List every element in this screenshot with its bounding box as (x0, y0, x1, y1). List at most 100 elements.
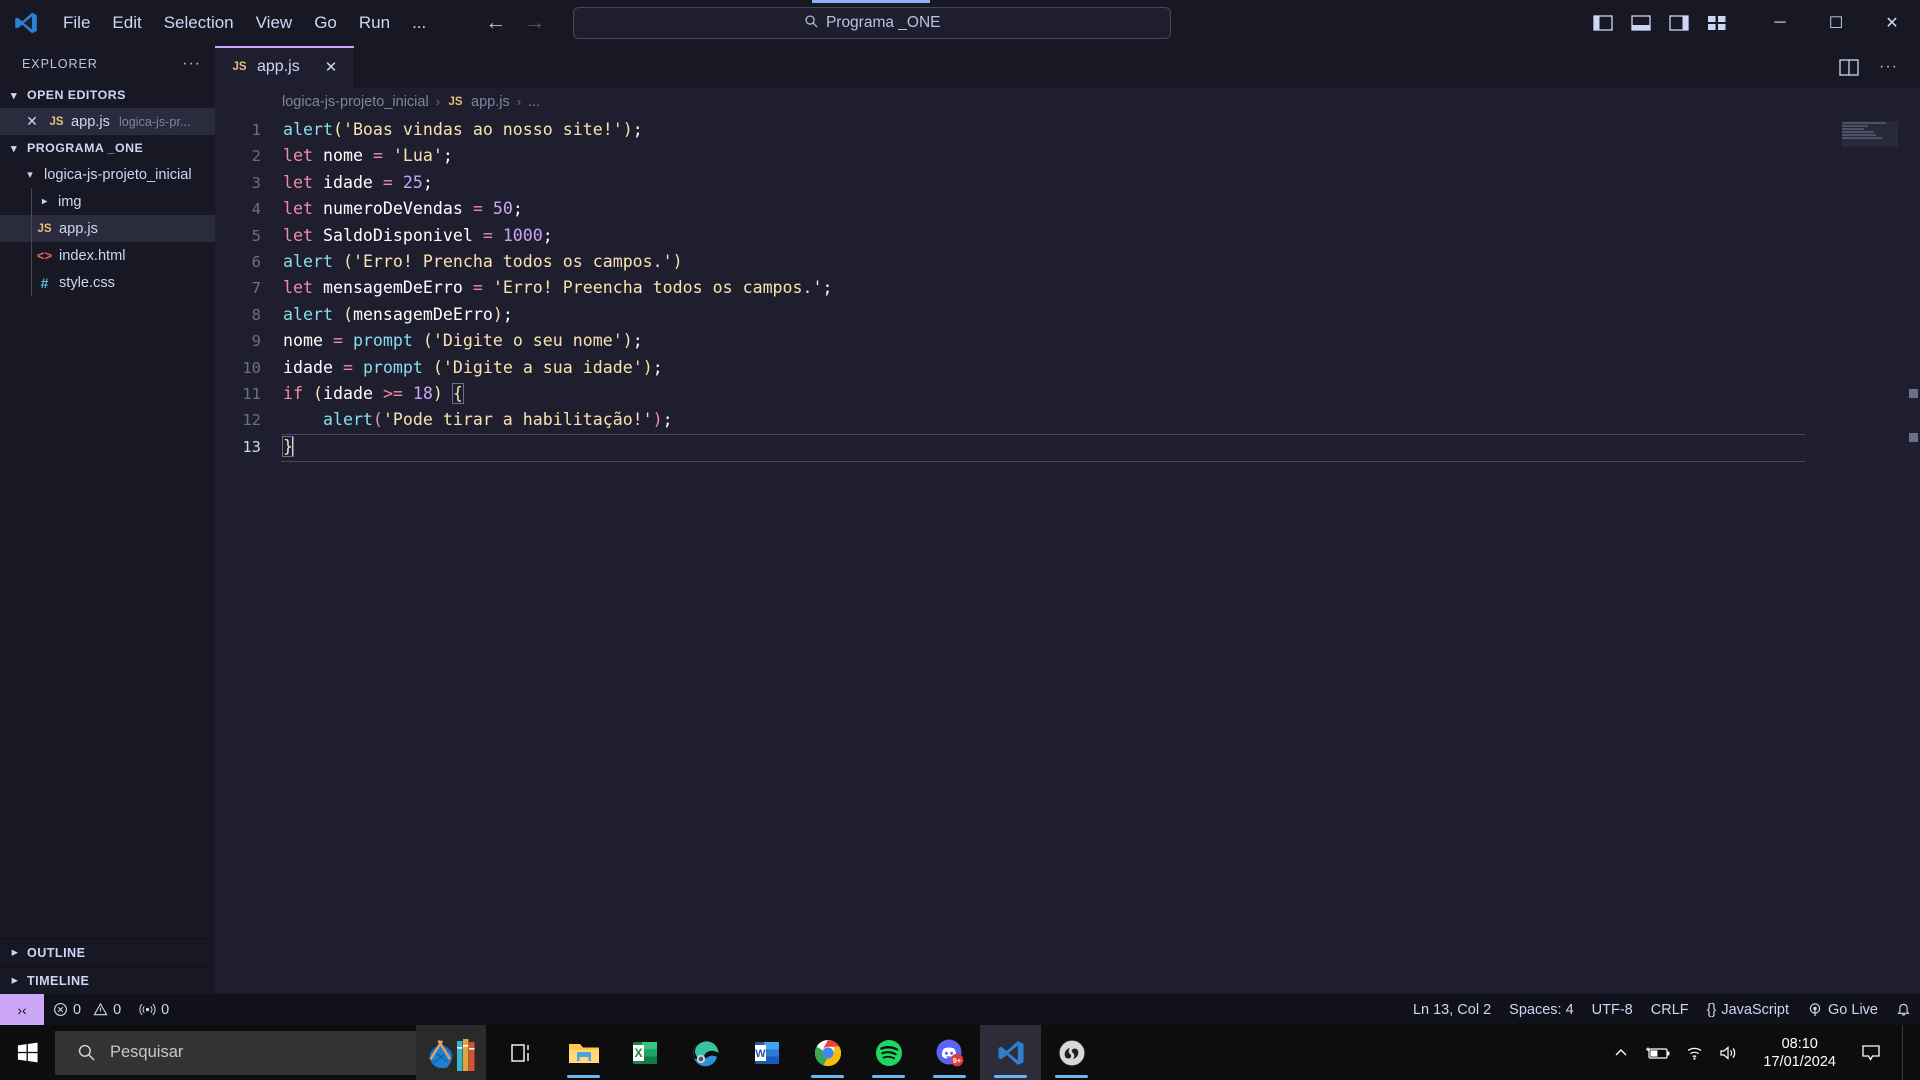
line-text[interactable]: nome = prompt ('Digite o seu nome'); (283, 328, 643, 354)
excel-icon[interactable]: X (614, 1025, 675, 1080)
status-indentation[interactable]: Spaces: 4 (1500, 994, 1583, 1025)
close-button[interactable]: ✕ (1864, 0, 1920, 46)
code-line[interactable]: 9 nome = prompt ('Digite o seu nome'); (215, 328, 1920, 354)
menu-selection[interactable]: Selection (153, 9, 245, 37)
line-text[interactable]: let nome = 'Lua'; (283, 143, 453, 169)
file-appjs[interactable]: JS app.js (0, 215, 215, 242)
breadcrumb-file[interactable]: app.js (471, 94, 510, 110)
file-explorer-icon[interactable] (553, 1025, 614, 1080)
code-line[interactable]: 6 alert ('Erro! Prencha todos os campos.'… (215, 249, 1920, 275)
arrow-right-icon[interactable]: → (524, 11, 545, 35)
status-errors[interactable]: 0 0 (44, 994, 130, 1025)
code-line[interactable]: 5 let SaldoDisponivel = 1000; (215, 223, 1920, 249)
code-line[interactable]: 3 let idade = 25; (215, 170, 1920, 196)
status-go-live[interactable]: Go Live (1798, 994, 1887, 1025)
line-text[interactable]: } (282, 434, 294, 460)
volume-icon[interactable] (1718, 1045, 1739, 1061)
edge-icon[interactable] (675, 1025, 736, 1080)
menu-view[interactable]: View (245, 9, 304, 37)
status-ports[interactable]: 0 (130, 994, 178, 1025)
file-indexhtml[interactable]: <> index.html (0, 242, 215, 269)
code-editor[interactable]: 1 alert('Boas vindas ao nosso site!'); 2 le… (215, 115, 1920, 994)
task-view-icon[interactable] (492, 1025, 553, 1080)
line-text[interactable]: alert('Pode tirar a habilitação!'); (283, 407, 673, 433)
more-actions-icon[interactable]: ··· (1879, 58, 1898, 76)
menu-file[interactable]: File (52, 9, 101, 37)
menu-more[interactable]: ... (401, 9, 437, 37)
status-language[interactable]: {} JavaScript (1698, 994, 1798, 1025)
status-cursor-position[interactable]: Ln 13, Col 2 (1404, 994, 1500, 1025)
status-bar-right: Ln 13, Col 2 Spaces: 4 UTF-8 CRLF {} Jav… (1404, 994, 1920, 1025)
minimize-button[interactable]: ─ (1752, 0, 1808, 46)
spotify-icon[interactable] (858, 1025, 919, 1080)
code-token: 'Pode tirar a habilitação!' (382, 410, 653, 430)
vscode-icon[interactable] (980, 1025, 1041, 1080)
section-open-editors[interactable]: ▾ OPEN EDITORS (0, 82, 215, 108)
explorer-more-actions-icon[interactable]: ··· (182, 55, 201, 73)
discord-icon[interactable]: 9+ (919, 1025, 980, 1080)
line-text[interactable]: let idade = 25; (283, 170, 433, 196)
windows-start-icon[interactable] (0, 1025, 55, 1080)
open-editor-item-appjs[interactable]: ✕ JS app.js logica-js-pr... (0, 108, 215, 135)
code-line[interactable]: 13} (215, 433, 1920, 463)
breadcrumb-folder[interactable]: logica-js-projeto_inicial (282, 94, 429, 110)
taskbar-search[interactable]: Pesquisar (55, 1030, 416, 1075)
maximize-button[interactable]: ☐ (1808, 0, 1864, 46)
toggle-primary-sidebar-icon[interactable] (1590, 12, 1616, 34)
toggle-panel-icon[interactable] (1628, 12, 1654, 34)
editor-scrollbar[interactable] (1904, 115, 1920, 994)
line-text[interactable]: idade = prompt ('Digite a sua idade'); (283, 355, 663, 381)
chevron-up-icon[interactable] (1613, 1046, 1629, 1060)
code-line[interactable]: 10 idade = prompt ('Digite a sua idade'); (215, 355, 1920, 381)
line-text[interactable]: if (idade >= 18) { (283, 381, 464, 407)
taskbar-clock[interactable]: 08:10 17/01/2024 (1753, 1035, 1846, 1071)
customize-layout-icon[interactable] (1704, 12, 1730, 34)
line-text[interactable]: alert (mensagemDeErro); (283, 302, 513, 328)
error-count: 0 (73, 1001, 82, 1018)
weather-widget-icon[interactable] (416, 1025, 486, 1080)
arrow-left-icon[interactable]: ← (485, 11, 506, 35)
code-line[interactable]: 7 let mensagemDeErro = 'Erro! Preencha to… (215, 275, 1920, 301)
toggle-secondary-sidebar-icon[interactable] (1666, 12, 1692, 34)
word-icon[interactable]: W (736, 1025, 797, 1080)
line-text[interactable]: let mensagemDeErro = 'Erro! Preencha tod… (283, 275, 833, 301)
battery-charging-icon[interactable] (1643, 1045, 1671, 1061)
code-line[interactable]: 1 alert('Boas vindas ao nosso site!'); (215, 117, 1920, 143)
close-icon[interactable]: ✕ (325, 58, 338, 76)
close-icon[interactable]: ✕ (22, 113, 42, 130)
show-desktop-button[interactable] (1902, 1025, 1912, 1080)
obs-icon[interactable] (1041, 1025, 1102, 1080)
line-text[interactable]: let SaldoDisponivel = 1000; (283, 223, 553, 249)
line-text[interactable]: let numeroDeVendas = 50; (283, 196, 523, 222)
section-timeline[interactable]: ▾ TIMELINE (0, 966, 215, 994)
folder-logica-js-projeto-inicial[interactable]: ▾ logica-js-projeto_inicial (0, 161, 215, 188)
menu-edit[interactable]: Edit (101, 9, 152, 37)
split-editor-icon[interactable] (1839, 58, 1859, 76)
status-eol[interactable]: CRLF (1642, 994, 1698, 1025)
status-encoding[interactable]: UTF-8 (1583, 994, 1642, 1025)
status-notifications[interactable] (1887, 994, 1920, 1025)
wifi-icon[interactable] (1685, 1045, 1704, 1061)
folder-img[interactable]: ▾ img (0, 188, 215, 215)
code-line[interactable]: 2 let nome = 'Lua'; (215, 143, 1920, 169)
chrome-icon[interactable] (797, 1025, 858, 1080)
tab-appjs[interactable]: JS app.js ✕ (215, 46, 355, 88)
code-line[interactable]: 12 alert('Pode tirar a habilitação!'); (215, 407, 1920, 433)
code-line[interactable]: 4 let numeroDeVendas = 50; (215, 196, 1920, 222)
remote-window-icon[interactable]: ›‹ (0, 994, 44, 1025)
command-center[interactable]: Programa _ONE (573, 7, 1172, 39)
folder-name-img: img (58, 193, 82, 210)
section-outline[interactable]: ▾ OUTLINE (0, 938, 215, 966)
notification-icon[interactable] (1860, 1043, 1882, 1063)
breadcrumb-symbols[interactable]: ... (528, 94, 540, 110)
minimap[interactable] (1842, 121, 1898, 147)
section-folder-root[interactable]: ▾ PROGRAMA _ONE (0, 135, 215, 161)
line-text[interactable]: alert ('Erro! Prencha todos os campos.') (283, 249, 683, 275)
line-text[interactable]: alert('Boas vindas ao nosso site!'); (283, 117, 643, 143)
menu-go[interactable]: Go (303, 9, 348, 37)
file-stylecss[interactable]: # style.css (0, 269, 215, 296)
code-lines[interactable]: 1 alert('Boas vindas ao nosso site!'); 2 le… (215, 115, 1920, 994)
code-line[interactable]: 11 if (idade >= 18) { (215, 381, 1920, 407)
menu-run[interactable]: Run (348, 9, 401, 37)
code-line[interactable]: 8 alert (mensagemDeErro); (215, 302, 1920, 328)
